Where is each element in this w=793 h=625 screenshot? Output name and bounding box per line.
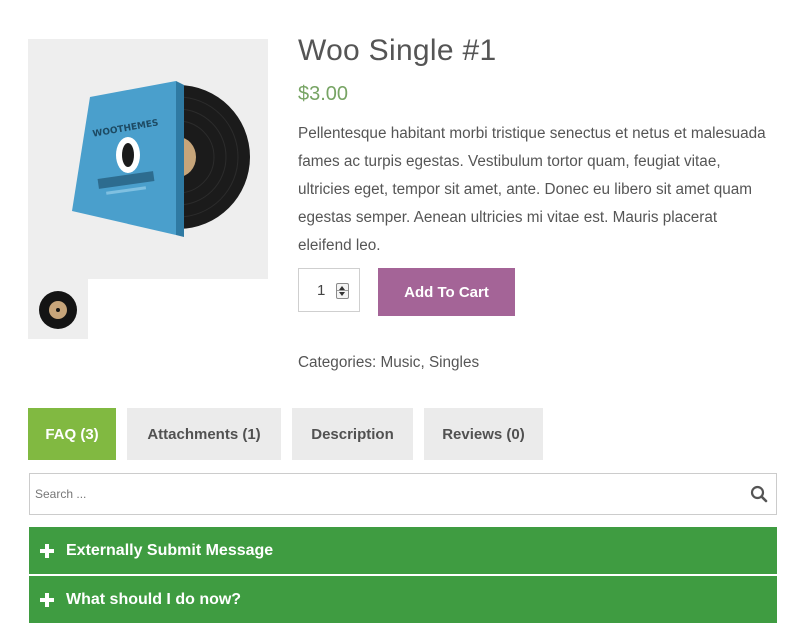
product-thumbnail[interactable] — [28, 279, 88, 339]
category-link-singles[interactable]: Singles — [429, 354, 479, 371]
faq-question: What should I do now? — [66, 590, 242, 608]
decrement-arrow-icon[interactable] — [339, 292, 345, 296]
product-price: $3.00 — [298, 83, 349, 105]
faq-search-box — [29, 473, 777, 515]
quantity-value: 1 — [317, 282, 326, 299]
quantity-stepper[interactable] — [336, 283, 349, 299]
search-icon[interactable] — [750, 485, 768, 503]
faq-search-input[interactable] — [30, 474, 730, 514]
faq-item[interactable]: What should I do now? — [29, 576, 777, 623]
tab-attachments[interactable]: Attachments (1) — [127, 408, 281, 460]
quantity-input[interactable]: 1 — [298, 268, 360, 312]
product-description: Pellentesque habitant morbi tristique se… — [298, 125, 766, 254]
product-main-image[interactable]: WOOTHEMES — [28, 39, 268, 279]
plus-icon — [40, 592, 54, 607]
add-to-cart-button[interactable]: Add To Cart — [378, 268, 515, 316]
plus-icon — [40, 543, 54, 558]
product-categories: Categories: Music, Singles — [298, 354, 480, 371]
tab-faq[interactable]: FAQ (3) — [28, 408, 116, 460]
tab-description[interactable]: Description — [292, 408, 413, 460]
categories-label: Categories: — [298, 354, 377, 371]
category-link-music[interactable]: Music — [380, 354, 420, 371]
vinyl-thumbnail-icon — [39, 291, 77, 329]
vinyl-record-image: WOOTHEMES — [72, 81, 250, 237]
product-title: Woo Single #1 — [298, 34, 497, 67]
faq-item[interactable]: Externally Submit Message — [29, 527, 777, 574]
faq-question: Externally Submit Message — [66, 541, 274, 559]
tab-reviews[interactable]: Reviews (0) — [424, 408, 543, 460]
